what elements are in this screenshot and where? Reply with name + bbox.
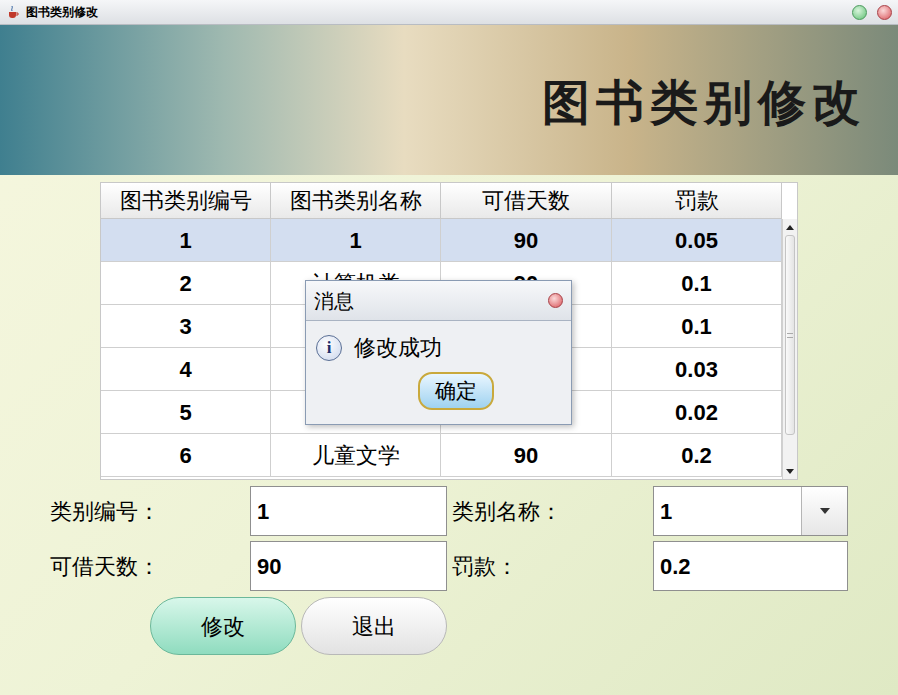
table-cell: 5: [101, 391, 271, 433]
scroll-up-button[interactable]: [783, 219, 797, 235]
field-label: 类别编号：: [50, 495, 250, 528]
dialog-message: 修改成功: [354, 331, 442, 364]
form-field: 类别编号：1: [50, 486, 447, 536]
field-label: 类别名称：: [452, 495, 653, 528]
table-cell: 0.03: [612, 348, 782, 390]
column-header[interactable]: 图书类别编号: [101, 183, 271, 218]
form-field: 罚款：0.2: [452, 541, 848, 591]
exit-button[interactable]: 退出: [301, 597, 447, 655]
message-dialog: 消息 i 修改成功确定: [305, 280, 572, 425]
table-cell: 0.05: [612, 219, 782, 261]
arrow-down-icon: [786, 469, 794, 474]
banner-title: 图书类别修改: [542, 67, 866, 139]
window-title: 图书类别修改: [26, 3, 98, 21]
table-cell: 3: [101, 305, 271, 347]
table-row[interactable]: 11900.05: [101, 219, 782, 262]
text-field[interactable]: 0.2: [653, 541, 848, 591]
table-cell: 1: [271, 219, 441, 261]
chevron-down-icon: [820, 508, 830, 514]
table-cell: 90: [441, 434, 612, 476]
dropdown-button[interactable]: [801, 487, 847, 535]
arrow-up-icon: [786, 225, 794, 230]
table-cell: 90: [441, 219, 612, 261]
combo-box[interactable]: 1: [653, 486, 848, 536]
dialog-title-bar: 消息: [306, 281, 571, 321]
field-label: 可借天数：: [50, 550, 250, 583]
app-window: 图书类别修改图书类别修改图书类别编号图书类别名称可借天数罚款11900.052计…: [0, 0, 898, 695]
table-cell: 0.1: [612, 305, 782, 347]
form-field: 可借天数：90: [50, 541, 447, 591]
button-row: 修改退出: [0, 597, 898, 655]
scrollbar[interactable]: [782, 219, 797, 479]
table-cell: 6: [101, 434, 271, 476]
table-header: 图书类别编号图书类别名称可借天数罚款: [101, 183, 782, 219]
scroll-thumb[interactable]: [785, 235, 795, 435]
table-cell: 4: [101, 348, 271, 390]
text-field[interactable]: 1: [250, 486, 447, 536]
close-button[interactable]: [877, 5, 892, 20]
table-cell: 0.1: [612, 262, 782, 304]
maximize-button[interactable]: [852, 5, 867, 20]
column-header[interactable]: 图书类别名称: [271, 183, 441, 218]
java-icon: [6, 5, 20, 19]
column-header[interactable]: 罚款: [612, 183, 782, 218]
table-cell: 儿童文学: [271, 434, 441, 476]
ok-button[interactable]: 确定: [418, 372, 494, 410]
info-icon: i: [316, 335, 342, 361]
form-field: 类别名称：1: [452, 486, 848, 536]
modify-button[interactable]: 修改: [150, 597, 296, 655]
table-row[interactable]: 6儿童文学900.2: [101, 434, 782, 477]
table-cell: 1: [101, 219, 271, 261]
title-bar: 图书类别修改: [0, 0, 898, 25]
banner: 图书类别修改: [0, 25, 898, 175]
dialog-close-button[interactable]: [548, 293, 563, 308]
scroll-down-button[interactable]: [783, 463, 797, 479]
table-cell: 0.02: [612, 391, 782, 433]
column-header[interactable]: 可借天数: [441, 183, 612, 218]
table-cell: 0.2: [612, 434, 782, 476]
table-cell: 2: [101, 262, 271, 304]
text-field[interactable]: 90: [250, 541, 447, 591]
dialog-title: 消息: [314, 286, 354, 316]
edit-form: 类别编号：1类别名称：1可借天数：90罚款：0.2: [0, 486, 898, 591]
field-label: 罚款：: [452, 550, 653, 583]
